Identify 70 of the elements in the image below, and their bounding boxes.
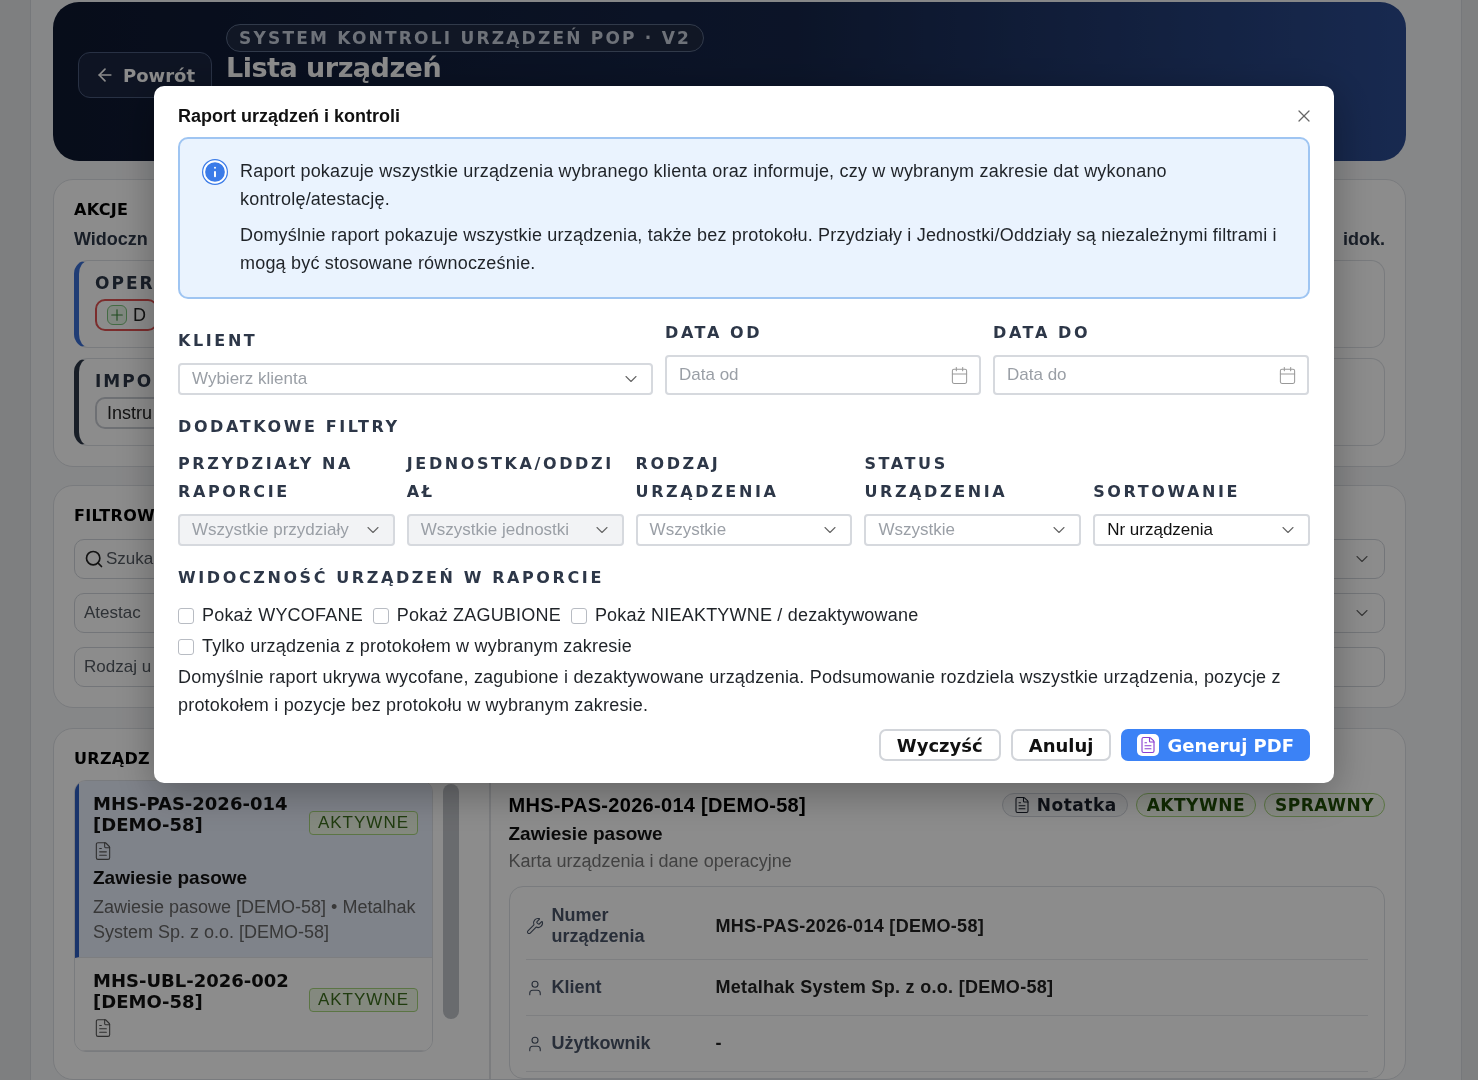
dialog-button[interactable]: Anuluj xyxy=(1010,729,1112,761)
section-title: FILTROW xyxy=(74,506,155,525)
section-title: DODATKOWE FILTRY xyxy=(178,417,401,436)
checkbox-option[interactable]: Tylko urządzenia z protokołem w wybranym zakresie xyxy=(178,636,632,657)
hint-text: idok. xyxy=(1343,229,1385,250)
dialog-button[interactable]: Wyczyść xyxy=(878,729,1001,761)
note-text: Domyślnie raport ukrywa wycofane, zagubione i dezaktywowane urządzenia. Podsumowanie rozdziela wszystkie urządzenia, pozycje z protokołem i pozycje bez protokołu w wybranym zakresie. xyxy=(178,666,1282,717)
status-tag: AKTYWNE xyxy=(308,988,418,1012)
plus-icon xyxy=(107,305,127,325)
scrollbar[interactable] xyxy=(443,784,459,1019)
info-text: Domyślnie raport pokazuje wszystkie urządzenia, także bez protokołu. Przydziały i Jednostki/Oddziały są niezależnymi filtrami i mogą być stosowane równocześnie. xyxy=(240,224,1278,275)
device-code: MHS-UBL-2026-002 [DEMO-58] xyxy=(93,970,290,1012)
status-tag: AKTYWNE xyxy=(308,811,418,835)
document-icon xyxy=(93,841,113,861)
field-label: DATA OD xyxy=(665,322,764,344)
app-badge: SYSTEM KONTROLI URZĄDZEŃ POP · V2 xyxy=(226,24,705,52)
field-label: JEDNOSTKA/ODDZIAŁ xyxy=(406,453,615,503)
section-title: WIDOCZNOŚĆ URZĄDZEŃ W RAPORCIE xyxy=(178,568,605,587)
info-label: Numer urządzenia xyxy=(525,905,716,947)
hint-text: Widoczn xyxy=(74,229,148,250)
pdf-file-icon xyxy=(1137,734,1160,756)
wrench-icon xyxy=(525,917,544,935)
section-title: AKCJE xyxy=(74,200,129,219)
field-label: RODZAJ URZĄDZENIA xyxy=(635,453,780,503)
device-description: Zawiesie pasowe [DEMO-58] • Metalhak System Sp. z o.o. [DEMO-58] xyxy=(93,896,417,944)
checkbox[interactable] xyxy=(178,607,194,624)
status-badge: SPRAWNY xyxy=(1264,793,1385,817)
checkbox-option[interactable]: Pokaż ZAGUBIONE xyxy=(372,605,561,626)
device-subtitle: Karta urządzenia i dane operacyjne xyxy=(508,851,793,872)
info-value: MHS-PAS-2026-014 [DEMO-58] xyxy=(715,915,985,937)
device-name: Zawiesie pasowe xyxy=(93,867,249,889)
device-list-item[interactable]: MHS-PAS-2026-014 [DEMO-58] AKTYWNE Zawiesie pasowe Zawiesie pasowe [DEMO-58] • Metalhak System Sp. z o.o. [DEMO-58] xyxy=(75,781,432,958)
device-name: Zawiesie pasowe xyxy=(508,823,664,845)
field-label: PRZYDZIAŁY NA RAPORCIE xyxy=(178,453,354,503)
checkbox-option[interactable]: Pokaż WYCOFANE xyxy=(178,605,363,626)
checkbox[interactable] xyxy=(570,607,587,624)
field-label: STATUS URZĄDZENIA xyxy=(864,453,1009,503)
document-icon xyxy=(1012,796,1031,814)
group-title: IMPO xyxy=(95,371,154,391)
document-icon xyxy=(93,1018,113,1038)
dialog-title: Raport urządzeń i kontroli xyxy=(178,106,400,127)
checkbox-option[interactable]: Pokaż NIEAKTYWNE / dezaktywowane xyxy=(570,605,919,626)
date-field[interactable]: Data od xyxy=(665,355,981,395)
info-text: Raport pokazuje wszystkie urządzenia wybranego klienta oraz informuje, czy w wybranym zakresie dat wykonano kontrolę/atestację. xyxy=(240,160,1168,211)
client-select[interactable]: Wybierz klienta xyxy=(178,363,653,395)
section-title: URZĄDZ xyxy=(74,749,150,768)
info-label: Klient xyxy=(525,977,716,998)
group-title: OPER xyxy=(95,273,155,293)
select-field[interactable]: Wszystkie xyxy=(864,514,1082,546)
field-label: DATA DO xyxy=(993,322,1092,344)
field-label: KLIENT xyxy=(178,330,259,352)
page-title: Lista urządzeń xyxy=(226,54,443,81)
device-code: MHS-PAS-2026-014 [DEMO-58] xyxy=(93,793,289,835)
calendar-icon xyxy=(1278,365,1297,385)
calendar-icon xyxy=(950,365,969,385)
status-badge: AKTYWNE xyxy=(1135,793,1256,817)
search-icon xyxy=(84,549,104,569)
device-title: MHS-PAS-2026-014 [DEMO-58] xyxy=(508,793,806,817)
checkbox[interactable] xyxy=(178,638,194,655)
checkbox[interactable] xyxy=(372,607,389,624)
info-value: - xyxy=(715,1033,722,1054)
field-label: SORTOWANIE xyxy=(1093,481,1241,503)
select-field[interactable]: Nr urządzenia xyxy=(1093,514,1310,546)
generate-pdf-button[interactable]: Generuj PDF xyxy=(1121,729,1310,761)
info-value: Metalhak System Sp. z o.o. [DEMO-58] xyxy=(715,977,1054,998)
date-field[interactable]: Data do xyxy=(993,355,1309,395)
info-label: Użytkownik xyxy=(525,1033,716,1054)
note-badge: Notatka xyxy=(1001,793,1128,817)
select-field[interactable]: Wszystkie xyxy=(635,514,853,546)
info-icon xyxy=(202,159,228,185)
